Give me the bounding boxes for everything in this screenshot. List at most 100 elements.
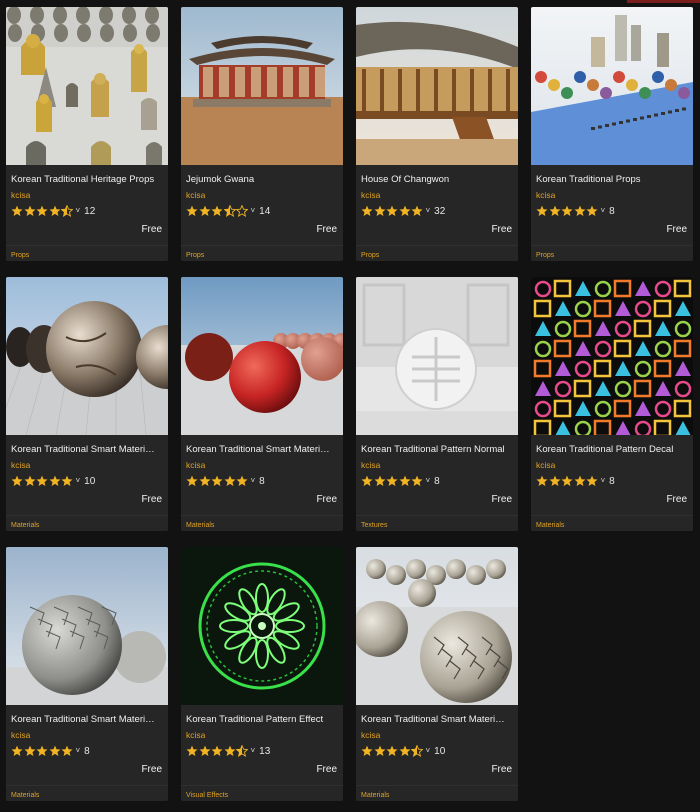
- seller-link[interactable]: kcisa: [361, 730, 380, 740]
- price: Free: [141, 764, 162, 775]
- product-title[interactable]: Korean Traditional Props: [536, 174, 688, 185]
- product-title[interactable]: Korean Traditional Smart Materi…: [11, 714, 163, 725]
- rating[interactable]: ˅ 32: [361, 204, 445, 218]
- category-link[interactable]: Props: [361, 252, 379, 259]
- star-icon: [186, 745, 198, 756]
- seller-link[interactable]: kcisa: [186, 730, 205, 740]
- star-icon: [411, 205, 423, 216]
- category-link[interactable]: Materials: [536, 522, 564, 529]
- product-card[interactable]: House Of Changwon kcisa ˅ 32 Free Props: [356, 7, 518, 261]
- category-link[interactable]: Props: [11, 252, 29, 259]
- star-rating: [361, 475, 424, 487]
- product-thumbnail[interactable]: [531, 7, 693, 165]
- chevron-down-icon[interactable]: ˅: [426, 476, 431, 485]
- star-icon: [361, 475, 373, 486]
- rating[interactable]: ˅ 14: [186, 204, 270, 218]
- price: Free: [491, 764, 512, 775]
- chevron-down-icon[interactable]: ˅: [76, 206, 81, 215]
- rating[interactable]: ˅ 8: [11, 744, 90, 758]
- product-card[interactable]: Korean Traditional Heritage Props kcisa …: [6, 7, 168, 261]
- category-link[interactable]: Props: [536, 252, 554, 259]
- product-title[interactable]: Korean Traditional Pattern Decal: [536, 444, 688, 455]
- divider: [356, 785, 518, 786]
- star-rating: [186, 475, 249, 487]
- product-thumbnail[interactable]: [181, 277, 343, 435]
- product-title[interactable]: Korean Traditional Pattern Effect: [186, 714, 338, 725]
- product-info: Korean Traditional Heritage Props kcisa …: [6, 165, 168, 261]
- category-link[interactable]: Materials: [361, 792, 389, 799]
- rating[interactable]: ˅ 8: [536, 474, 615, 488]
- product-title[interactable]: Korean Traditional Smart Materi…: [186, 444, 338, 455]
- seller-link[interactable]: kcisa: [11, 190, 30, 200]
- seller-link[interactable]: kcisa: [536, 190, 555, 200]
- category-link[interactable]: Textures: [361, 522, 387, 529]
- product-card[interactable]: Korean Traditional Pattern Decal kcisa ˅…: [531, 277, 693, 531]
- product-card[interactable]: Korean Traditional Pattern Effect kcisa …: [181, 547, 343, 801]
- review-count: 8: [609, 205, 615, 217]
- product-info: Korean Traditional Smart Materi… kcisa ˅…: [356, 705, 518, 801]
- rating[interactable]: ˅ 8: [186, 474, 265, 488]
- product-card[interactable]: Korean Traditional Smart Materi… kcisa ˅…: [6, 277, 168, 531]
- product-title[interactable]: Korean Traditional Pattern Normal: [361, 444, 513, 455]
- product-thumbnail[interactable]: [356, 277, 518, 435]
- category-link[interactable]: Materials: [11, 522, 39, 529]
- chevron-down-icon[interactable]: ˅: [251, 206, 256, 215]
- star-rating: [186, 205, 249, 217]
- seller-link[interactable]: kcisa: [361, 190, 380, 200]
- rating[interactable]: ˅ 12: [11, 204, 95, 218]
- product-thumbnail[interactable]: [6, 7, 168, 165]
- product-thumbnail[interactable]: [6, 277, 168, 435]
- chevron-down-icon[interactable]: ˅: [601, 476, 606, 485]
- product-card[interactable]: Jejumok Gwana kcisa ˅ 14 Free Props: [181, 7, 343, 261]
- star-icon: [36, 205, 48, 216]
- divider: [181, 785, 343, 786]
- chevron-down-icon[interactable]: ˅: [76, 746, 81, 755]
- product-card[interactable]: Korean Traditional Smart Materi… kcisa ˅…: [6, 547, 168, 801]
- rating[interactable]: ˅ 10: [11, 474, 95, 488]
- chevron-down-icon[interactable]: ˅: [251, 746, 256, 755]
- star-icon: [24, 745, 35, 756]
- product-info: Korean Traditional Props kcisa ˅ 8 Free …: [531, 165, 693, 261]
- product-thumbnail[interactable]: [356, 547, 518, 705]
- chevron-down-icon[interactable]: ˅: [601, 206, 606, 215]
- product-card[interactable]: Korean Traditional Props kcisa ˅ 8 Free …: [531, 7, 693, 261]
- seller-link[interactable]: kcisa: [536, 460, 555, 470]
- seller-link[interactable]: kcisa: [11, 460, 30, 470]
- seller-link[interactable]: kcisa: [186, 190, 205, 200]
- category-link[interactable]: Visual Effects: [186, 792, 228, 799]
- product-title[interactable]: House Of Changwon: [361, 174, 513, 185]
- rating[interactable]: ˅ 10: [361, 744, 445, 758]
- product-title[interactable]: Korean Traditional Heritage Props: [11, 174, 163, 185]
- star-icon: [374, 745, 385, 756]
- rating[interactable]: ˅ 8: [536, 204, 615, 218]
- category-link[interactable]: Materials: [11, 792, 39, 799]
- product-card[interactable]: Korean Traditional Smart Materi… kcisa ˅…: [356, 547, 518, 801]
- rating[interactable]: ˅ 13: [186, 744, 270, 758]
- product-thumbnail[interactable]: [356, 7, 518, 165]
- price: Free: [666, 224, 687, 235]
- seller-link[interactable]: kcisa: [186, 460, 205, 470]
- product-thumbnail[interactable]: [531, 277, 693, 435]
- product-card[interactable]: Korean Traditional Pattern Normal kcisa …: [356, 277, 518, 531]
- star-icon: [374, 475, 385, 486]
- seller-link[interactable]: kcisa: [361, 460, 380, 470]
- category-link[interactable]: Props: [186, 252, 204, 259]
- product-thumbnail[interactable]: [181, 7, 343, 165]
- star-icon: [199, 205, 210, 216]
- chevron-down-icon[interactable]: ˅: [251, 476, 256, 485]
- product-card[interactable]: Korean Traditional Smart Materi… kcisa ˅…: [181, 277, 343, 531]
- rating[interactable]: ˅ 8: [361, 474, 440, 488]
- seller-link[interactable]: kcisa: [11, 730, 30, 740]
- chevron-down-icon[interactable]: ˅: [76, 476, 81, 485]
- star-icon: [24, 475, 35, 486]
- chevron-down-icon[interactable]: ˅: [426, 746, 431, 755]
- product-info: Korean Traditional Smart Materi… kcisa ˅…: [181, 435, 343, 531]
- product-title[interactable]: Korean Traditional Smart Materi…: [361, 714, 513, 725]
- category-link[interactable]: Materials: [186, 522, 214, 529]
- chevron-down-icon[interactable]: ˅: [426, 206, 431, 215]
- product-title[interactable]: Korean Traditional Smart Materi…: [11, 444, 163, 455]
- product-title[interactable]: Jejumok Gwana: [186, 174, 338, 185]
- product-thumbnail[interactable]: [6, 547, 168, 705]
- price: Free: [316, 224, 337, 235]
- product-thumbnail[interactable]: [181, 547, 343, 705]
